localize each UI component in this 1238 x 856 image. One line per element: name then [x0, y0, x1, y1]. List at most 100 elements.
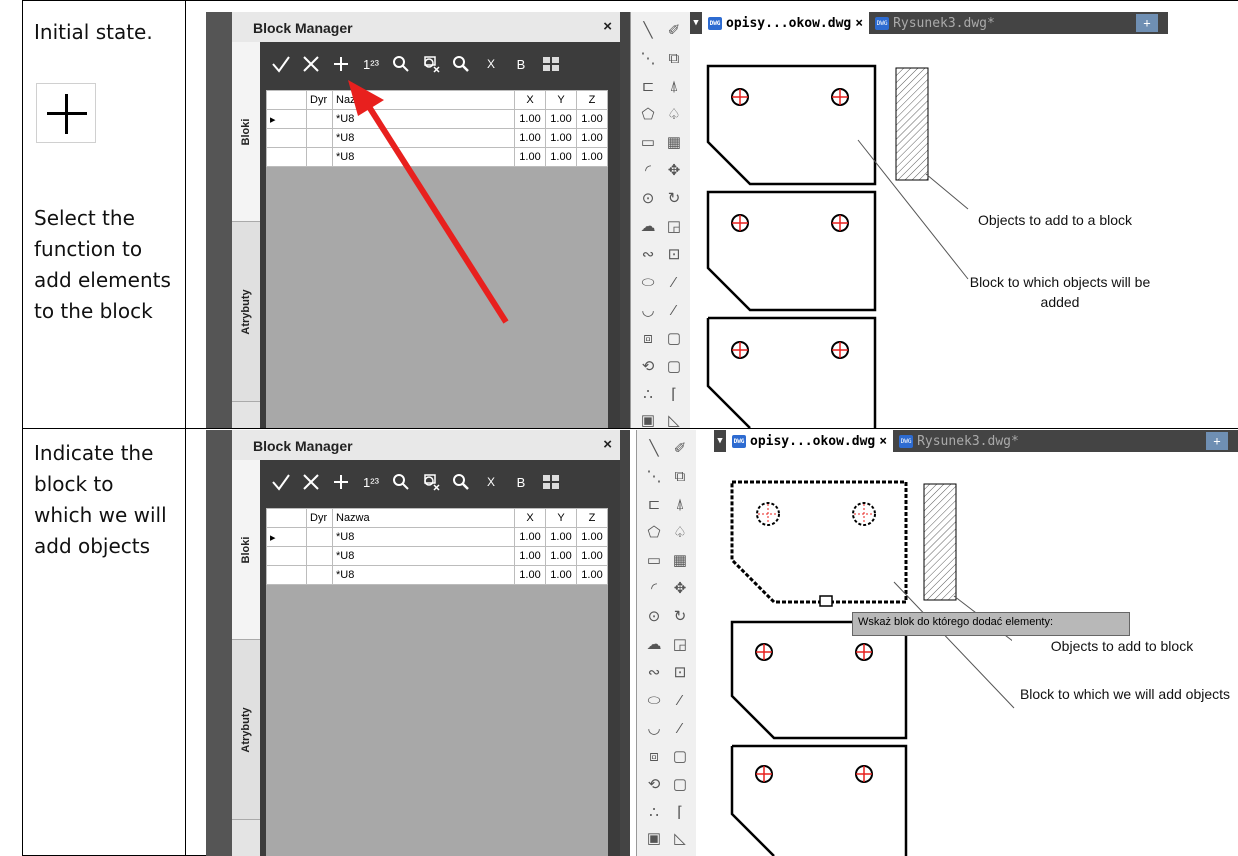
ellipse-icon[interactable]: ⬭ — [637, 272, 659, 294]
table-header-row: Dyr Nazwa X Y Z — [266, 508, 608, 528]
arc-icon[interactable]: ◜ — [637, 160, 659, 182]
grid-icon[interactable] — [536, 466, 566, 498]
spline-icon[interactable]: ∾ — [637, 244, 659, 266]
tab-bloki[interactable]: Bloki — [232, 460, 260, 640]
chamfer-icon[interactable]: ⌈ — [663, 384, 685, 406]
point-icon[interactable]: ∴ — [637, 384, 659, 406]
stretch-icon[interactable]: ⊡ — [663, 244, 685, 266]
drawing-canvas[interactable]: Wskaż blok do którego dodać elementy: Ob… — [714, 452, 1238, 856]
polygon-icon[interactable]: ⬠ — [637, 104, 659, 126]
blocks-panel: 1²³ X B Dyr Nazwa X Y Z ▸ *U8 1.00 1.00 … — [260, 460, 614, 856]
ray-icon[interactable]: ⋱ — [643, 466, 665, 488]
spline-icon[interactable]: ∾ — [643, 662, 665, 684]
cloud-icon[interactable]: ☁ — [637, 216, 659, 238]
mirror-icon[interactable]: ⍋ — [669, 494, 691, 516]
chamfer-icon[interactable]: ⌈ — [669, 802, 691, 824]
panel-splitter[interactable] — [620, 430, 630, 856]
dwg-file-icon: DWG — [899, 434, 914, 448]
file-tab-active[interactable]: DWG opisy...okow.dwg × — [726, 430, 894, 452]
break-icon[interactable]: ▢ — [663, 328, 685, 350]
ray-icon[interactable]: ⋱ — [637, 48, 659, 70]
copy-icon[interactable]: ⧉ — [669, 466, 691, 488]
hatch-icon[interactable]: ▣ — [643, 828, 665, 850]
circle-icon[interactable]: ⊙ — [637, 188, 659, 210]
offset-icon[interactable]: ♤ — [663, 104, 685, 126]
array-icon[interactable]: ▦ — [669, 550, 691, 572]
ellipse-icon[interactable]: ⬭ — [643, 690, 665, 712]
tab-atrybuty[interactable]: Atrybuty — [232, 640, 260, 820]
scale-icon[interactable]: ◲ — [663, 216, 685, 238]
x-icon[interactable] — [296, 466, 326, 498]
leader-line — [893, 581, 1015, 709]
point-icon[interactable]: ∴ — [643, 802, 665, 824]
ellipse-arc-icon[interactable]: ◡ — [637, 300, 659, 322]
table-row[interactable]: *U8 1.00 1.00 1.00 — [266, 546, 608, 566]
tabs-dropdown-icon[interactable]: ▼ — [690, 18, 702, 28]
scale-icon[interactable]: X — [476, 466, 506, 498]
polygon-icon[interactable]: ⬠ — [643, 522, 665, 544]
make-block-icon[interactable]: ⟲ — [637, 356, 659, 378]
plus-icon[interactable] — [326, 466, 356, 498]
scale-icon[interactable]: ◲ — [669, 634, 691, 656]
tabs-dropdown-icon[interactable]: ▼ — [714, 436, 726, 446]
row-name: *U8 — [332, 527, 515, 547]
offset-icon[interactable]: ♤ — [669, 522, 691, 544]
magnifier-icon[interactable] — [386, 466, 416, 498]
line-icon[interactable]: ╲ — [637, 20, 659, 42]
table-row[interactable]: ▸ *U8 1.00 1.00 1.00 — [266, 527, 608, 547]
make-block-icon[interactable]: ⟲ — [643, 774, 665, 796]
find-icon[interactable] — [446, 466, 476, 498]
new-tab-icon[interactable]: + — [1206, 432, 1228, 450]
check-icon[interactable] — [266, 466, 296, 498]
trim-icon[interactable]: ⁄ — [669, 690, 691, 712]
mirror-icon[interactable]: ⍋ — [663, 76, 685, 98]
eraser-icon[interactable]: ✐ — [669, 438, 691, 460]
tab-close-icon[interactable]: × — [855, 16, 863, 31]
base-point-icon[interactable]: B — [506, 466, 536, 498]
rotate-icon[interactable]: ↻ — [663, 188, 685, 210]
trim-icon[interactable]: ⁄ — [663, 272, 685, 294]
join-icon[interactable]: ▢ — [669, 774, 691, 796]
new-tab-icon[interactable]: + — [1136, 14, 1158, 32]
file-tabs: ▼ DWG opisy...okow.dwg × DWG Rysunek3.dwg* … — [714, 430, 1238, 452]
ellipse-arc-icon[interactable]: ◡ — [643, 718, 665, 740]
table-row[interactable]: *U8 1.00 1.00 1.00 — [266, 565, 608, 585]
move-icon[interactable]: ✥ — [669, 578, 691, 600]
break-icon[interactable]: ▢ — [669, 746, 691, 768]
remove-objects-icon[interactable] — [416, 466, 446, 498]
line-icon[interactable]: ╲ — [643, 438, 665, 460]
hatch-icon[interactable]: ▣ — [637, 410, 659, 428]
array-icon[interactable]: ▦ — [663, 132, 685, 154]
rectangle-icon[interactable]: ▭ — [637, 132, 659, 154]
drawing-canvas[interactable]: Objects to add to a block Block to which… — [690, 34, 1238, 428]
fillet-icon[interactable]: ◺ — [663, 410, 685, 428]
fillet-icon[interactable]: ◺ — [669, 828, 691, 850]
file-tab-other[interactable]: DWG Rysunek3.dwg* — [869, 12, 1001, 34]
extend-icon[interactable]: ⁄ — [669, 718, 691, 740]
polyline-icon[interactable]: ⊏ — [643, 494, 665, 516]
move-icon[interactable]: ✥ — [663, 160, 685, 182]
add-plus-icon — [36, 83, 96, 143]
arc-icon[interactable]: ◜ — [643, 578, 665, 600]
eraser-icon[interactable]: ✐ — [663, 20, 685, 42]
col-x: X — [514, 508, 546, 528]
join-icon[interactable]: ▢ — [663, 356, 685, 378]
extend-icon[interactable]: ⁄ — [663, 300, 685, 322]
copy-icon[interactable]: ⧉ — [663, 48, 685, 70]
insert-block-icon[interactable]: ⧈ — [643, 746, 665, 768]
file-tab-other[interactable]: DWG Rysunek3.dwg* — [893, 430, 1025, 452]
stretch-icon[interactable]: ⊡ — [669, 662, 691, 684]
rotate-icon[interactable]: ↻ — [669, 606, 691, 628]
circle-icon[interactable]: ⊙ — [643, 606, 665, 628]
close-icon[interactable]: × — [603, 436, 612, 453]
rectangle-icon[interactable]: ▭ — [643, 550, 665, 572]
file-tab-active[interactable]: DWG opisy...okow.dwg × — [702, 12, 870, 34]
tab-close-icon[interactable]: × — [879, 434, 887, 449]
draw-toolbar: ╲ ✐ ⋱ ⧉ ⊏ ⍋ ⬠ ♤ ▭ ▦ ◜ ✥ ⊙ ↻ ☁ ◲ ∾ ⊡ ⬭ ⁄ … — [630, 12, 690, 428]
col-y: Y — [545, 508, 577, 528]
cloud-icon[interactable]: ☁ — [643, 634, 665, 656]
numbering-icon[interactable]: 1²³ — [356, 466, 386, 498]
side-tabs: Bloki Atrybuty — [232, 460, 260, 856]
polyline-icon[interactable]: ⊏ — [637, 76, 659, 98]
insert-block-icon[interactable]: ⧈ — [637, 328, 659, 350]
